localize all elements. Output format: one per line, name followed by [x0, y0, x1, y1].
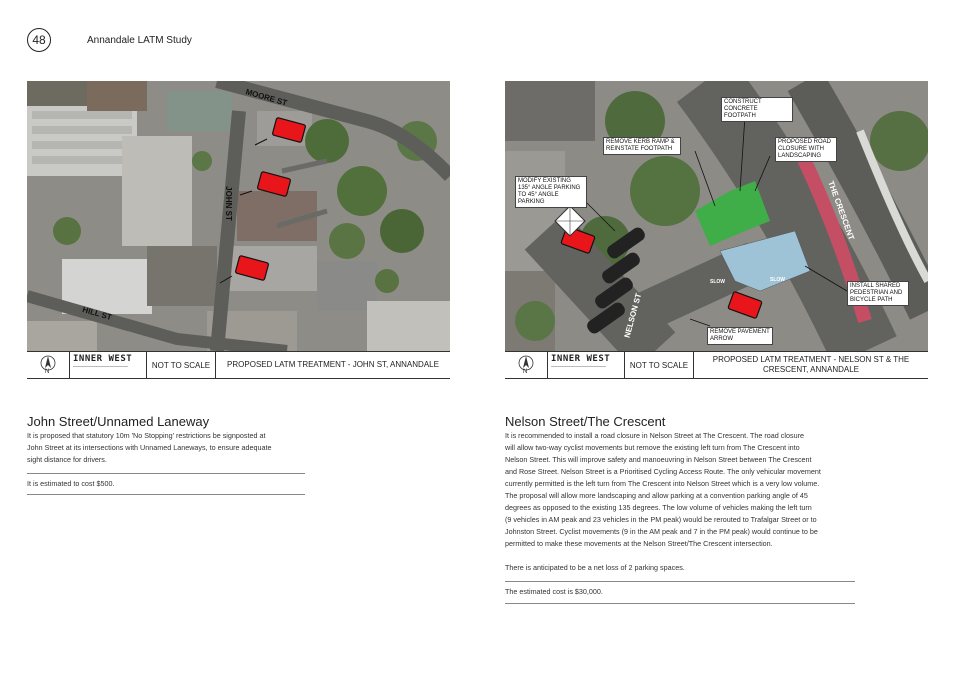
- scale-note: NOT TO SCALE: [147, 352, 216, 378]
- logo-text: INNER WEST: [73, 354, 133, 364]
- page-number: 48: [27, 28, 51, 52]
- john-st-title-block: N INNER WEST NOT TO SCALE PROPOSED LATM …: [27, 351, 450, 379]
- slow-marking: SLOW: [710, 279, 725, 285]
- nelson-st-aerial-image: [505, 81, 928, 351]
- callout-modify-angle-parking: MODIFY EXISTING 135° ANGLE PARKING TO 45…: [515, 176, 587, 208]
- street-label-john: JOHN ST: [223, 186, 233, 221]
- logo-text: INNER WEST: [551, 354, 611, 364]
- callout-road-closure: PROPOSED ROAD CLOSURE WITH LANDSCAPING: [775, 137, 837, 162]
- north-label: N: [523, 369, 528, 375]
- section-title-nelson-st: Nelson Street/The Crescent: [505, 414, 666, 429]
- divider: [27, 473, 305, 474]
- callout-construct-footpath: CONSTRUCT CONCRETE FOOTPATH: [721, 97, 793, 122]
- north-label: N: [45, 369, 50, 375]
- divider: [505, 581, 855, 582]
- document-title: Annandale LATM Study: [87, 35, 192, 46]
- north-arrow: N: [505, 352, 548, 378]
- john-st-cost: It is estimated to cost $500.: [27, 479, 115, 488]
- nelson-st-description: It is recommended to install a road clos…: [505, 431, 821, 548]
- drawing-description: PROPOSED LATM TREATMENT - NELSON ST & TH…: [712, 355, 910, 374]
- parking-loss-note: There is anticipated to be a net loss of…: [505, 563, 685, 572]
- slow-marking: SLOW: [770, 277, 785, 283]
- callout-shared-path: INSTALL SHARED PEDESTRIAN AND BICYCLE PA…: [847, 281, 909, 306]
- north-arrow: N: [27, 352, 70, 378]
- john-st-aerial-map: MOORE ST JOHN ST HILL ST: [27, 81, 450, 351]
- divider: [27, 494, 305, 495]
- divider: [505, 603, 855, 604]
- nelson-st-title-block: N INNER WEST NOT TO SCALE PROPOSED LATM …: [505, 351, 928, 379]
- callout-remove-pavement-arrow: REMOVE PAVEMENT ARROW: [707, 327, 773, 345]
- nelson-st-cost: The estimated cost is $30,000.: [505, 587, 603, 596]
- section-title-john-st: John Street/Unnamed Laneway: [27, 414, 210, 429]
- drawing-description: PROPOSED LATM TREATMENT - JOHN ST, ANNAN…: [227, 360, 439, 369]
- inner-west-logo: INNER WEST: [548, 352, 625, 378]
- nelson-st-aerial-map: CONSTRUCT CONCRETE FOOTPATH REMOVE KERB …: [505, 81, 928, 351]
- john-st-description: It is proposed that statutory 10m 'No St…: [27, 431, 272, 464]
- callout-remove-kerb-ramp: REMOVE KERB RAMP & REINSTATE FOOTPATH: [603, 137, 681, 155]
- scale-note: NOT TO SCALE: [625, 352, 694, 378]
- inner-west-logo: INNER WEST: [70, 352, 147, 378]
